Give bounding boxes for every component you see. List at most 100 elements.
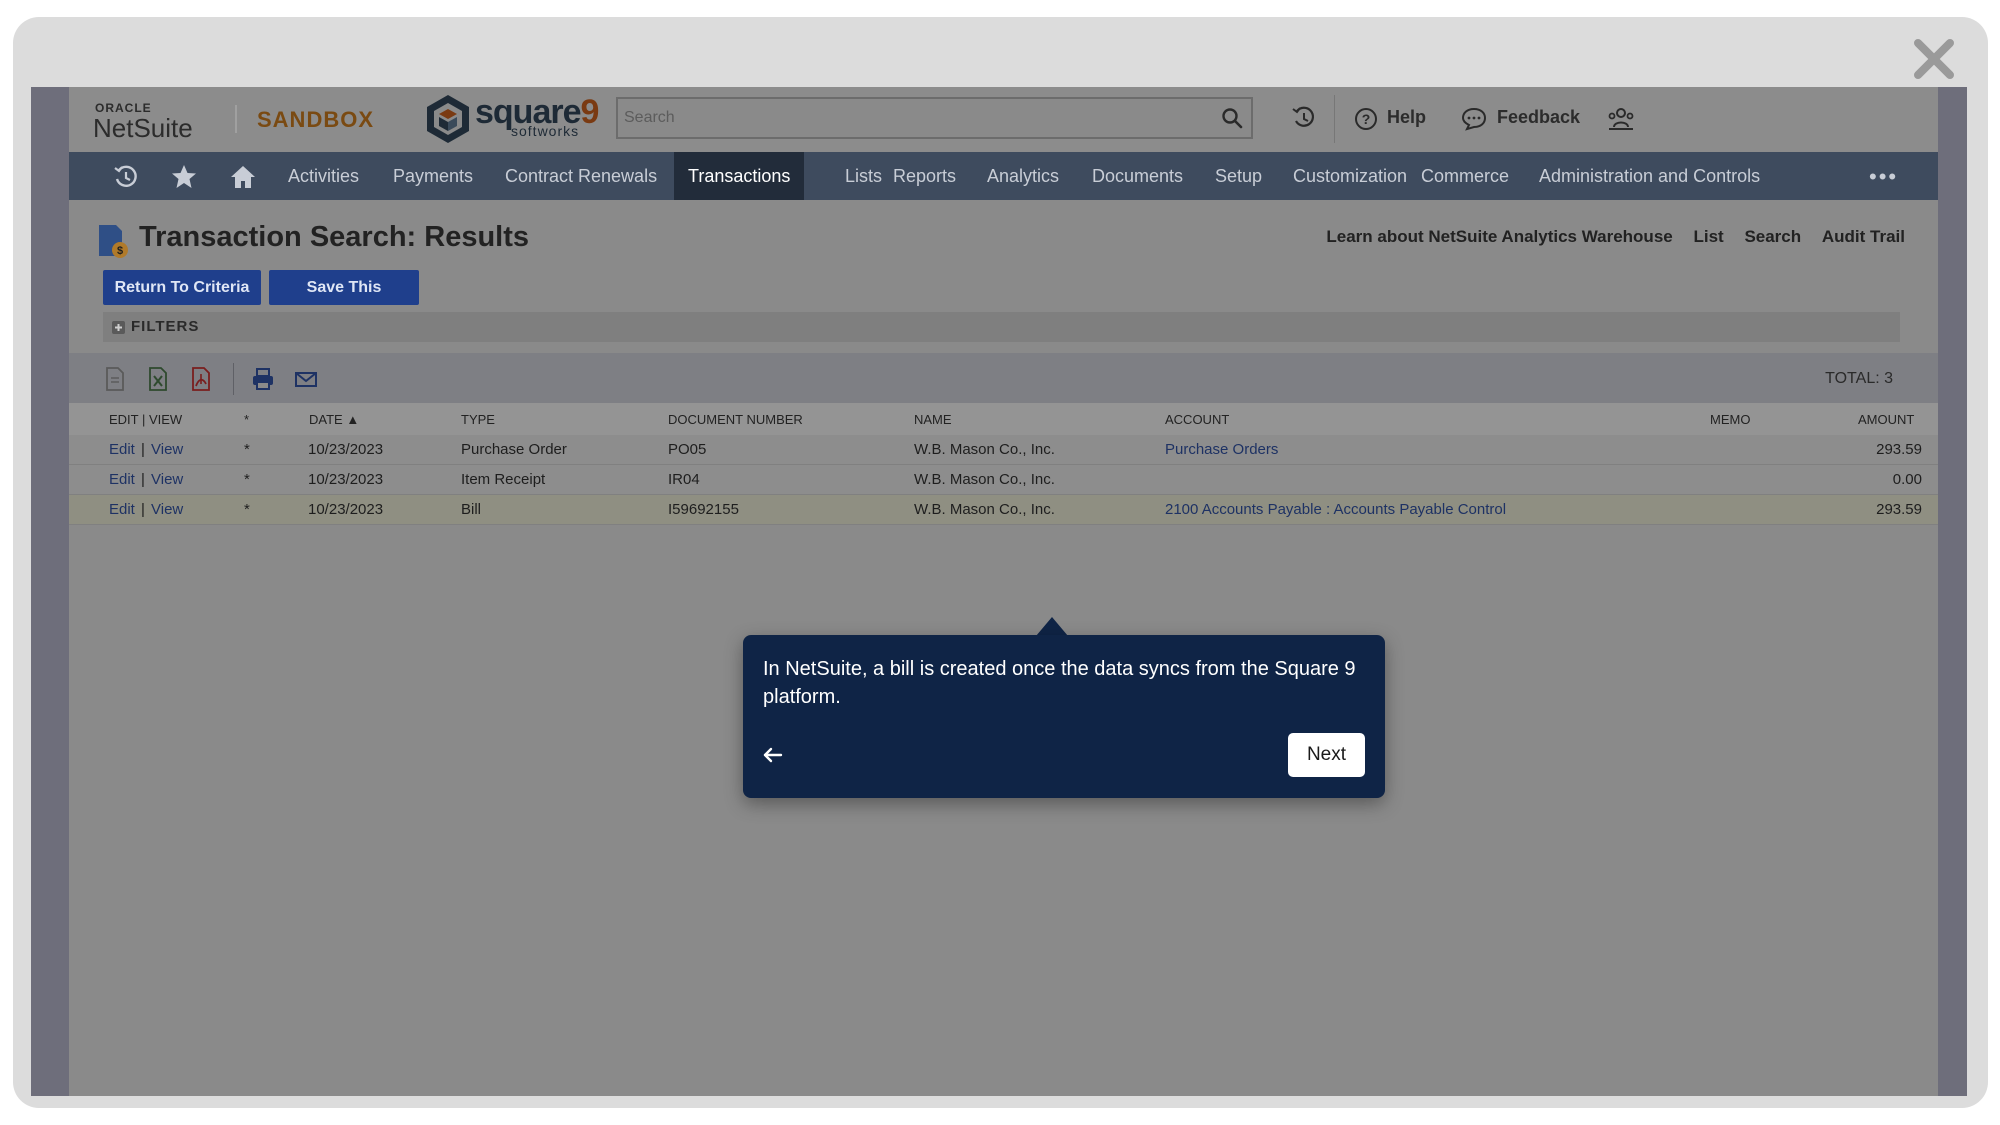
walkthrough-frame: ORACLE NetSuite SANDBOX square9 softwork… [13, 17, 1988, 1108]
nav-administration[interactable]: Administration and Controls [1539, 152, 1760, 200]
view-link[interactable]: View [151, 471, 183, 488]
help-link[interactable]: Help [1387, 107, 1426, 128]
analytics-warehouse-link[interactable]: Learn about NetSuite Analytics Warehouse [1326, 227, 1672, 246]
col-memo[interactable]: MEMO [1710, 412, 1750, 427]
results-total: TOTAL: 3 [1825, 370, 1893, 387]
list-link[interactable]: List [1693, 227, 1723, 246]
nav-documents[interactable]: Documents [1092, 152, 1183, 200]
user-roles-icon[interactable] [1607, 105, 1635, 133]
date-cell: 10/23/2023 [308, 471, 384, 488]
col-account[interactable]: ACCOUNT [1165, 412, 1229, 427]
page-title: Transaction Search: Results [139, 221, 530, 253]
next-button[interactable]: Next [1288, 733, 1365, 777]
toolbar-divider [233, 363, 234, 395]
close-icon[interactable] [1912, 37, 1956, 81]
account-link[interactable]: 2100 Accounts Payable : Accounts Payable… [1165, 501, 1506, 518]
document-number-cell: PO05 [668, 441, 707, 458]
type-cell: Purchase Order [461, 441, 567, 458]
home-icon[interactable] [229, 163, 257, 191]
star-cell: * [244, 501, 250, 518]
email-icon[interactable] [294, 366, 318, 392]
audit-trail-link[interactable]: Audit Trail [1822, 227, 1905, 246]
edit-link[interactable]: Edit [109, 441, 135, 458]
help-icon[interactable]: ? [1354, 107, 1378, 131]
print-icon[interactable] [251, 366, 275, 392]
document-number-cell: I59692155 [668, 501, 739, 518]
feedback-link[interactable]: Feedback [1497, 107, 1580, 128]
netsuite-app: ORACLE NetSuite SANDBOX square9 softwork… [69, 87, 1938, 1096]
col-amount[interactable]: AMOUNT [1858, 412, 1914, 427]
recent-history-icon[interactable] [112, 163, 140, 191]
star-icon[interactable] [170, 163, 198, 191]
star-cell: * [244, 441, 250, 458]
amount-cell: 293.59 [1876, 441, 1922, 458]
filters-label: FILTERS [131, 318, 200, 335]
col-edit-view: EDIT | VIEW [109, 412, 183, 427]
recent-records-icon[interactable] [1291, 105, 1317, 131]
star-cell: * [244, 471, 250, 488]
global-search [616, 97, 1253, 139]
export-csv-icon[interactable] [103, 366, 127, 392]
svg-text:$: $ [117, 245, 123, 257]
nav-contract-renewals[interactable]: Contract Renewals [505, 152, 657, 200]
feedback-icon[interactable] [1461, 107, 1487, 131]
app-header: ORACLE NetSuite SANDBOX square9 softwork… [69, 87, 1938, 152]
edit-link[interactable]: Edit [109, 501, 135, 518]
tooltip-text: In NetSuite, a bill is created once the … [763, 658, 1356, 708]
main-nav: Activities Payments Contract Renewals Tr… [69, 152, 1938, 200]
netsuite-logo-text[interactable]: NetSuite [93, 113, 193, 144]
results-toolbar: TOTAL: 3 [69, 353, 1938, 403]
date-cell: 10/23/2023 [308, 441, 384, 458]
amount-cell: 0.00 [1892, 471, 1922, 488]
square9-logo-subtext: softworks [511, 123, 580, 139]
screenshot-stage: ORACLE NetSuite SANDBOX square9 softwork… [31, 87, 1967, 1096]
date-cell: 10/23/2023 [308, 501, 384, 518]
view-link[interactable]: View [151, 441, 183, 458]
results-table-header: EDIT | VIEW * DATE ▲ TYPE DOCUMENT NUMBE… [69, 403, 1938, 435]
col-name[interactable]: NAME [914, 412, 952, 427]
link-separator: | [141, 501, 145, 518]
export-pdf-icon[interactable] [189, 366, 213, 392]
nav-customization[interactable]: Customization [1293, 152, 1407, 200]
amount-cell: 293.59 [1876, 501, 1922, 518]
edit-link[interactable]: Edit [109, 471, 135, 488]
nav-activities[interactable]: Activities [288, 152, 359, 200]
link-separator: | [141, 441, 145, 458]
account-link[interactable]: Purchase Orders [1165, 441, 1278, 458]
view-link[interactable]: View [151, 501, 183, 518]
table-row: Edit | View * 10/23/2023 Purchase Order … [69, 435, 1938, 465]
document-number-cell: IR04 [668, 471, 700, 488]
table-row: Edit | View * 10/23/2023 Bill I59692155 … [69, 495, 1938, 525]
nav-setup[interactable]: Setup [1215, 152, 1262, 200]
back-arrow-icon[interactable] [761, 743, 785, 767]
name-cell: W.B. Mason Co., Inc. [914, 471, 1055, 488]
nav-lists[interactable]: Lists [845, 152, 882, 200]
environment-badge: SANDBOX [257, 107, 375, 132]
logo-divider [235, 105, 237, 133]
type-cell: Item Receipt [461, 471, 546, 488]
col-type[interactable]: TYPE [461, 412, 495, 427]
link-separator: | [141, 471, 145, 488]
search-input[interactable] [618, 99, 1208, 137]
nav-analytics[interactable]: Analytics [987, 152, 1059, 200]
svg-text:?: ? [1362, 111, 1371, 127]
nav-commerce[interactable]: Commerce [1421, 152, 1509, 200]
nav-payments[interactable]: Payments [393, 152, 473, 200]
filters-bar[interactable]: FILTERS [103, 312, 1900, 342]
nav-reports[interactable]: Reports [893, 152, 956, 200]
expand-plus-icon[interactable] [111, 320, 126, 335]
walkthrough-tooltip: In NetSuite, a bill is created once the … [743, 635, 1385, 798]
nav-transactions[interactable]: Transactions [674, 152, 805, 200]
col-date[interactable]: DATE ▲ [309, 412, 359, 427]
name-cell: W.B. Mason Co., Inc. [914, 441, 1055, 458]
nav-more-menu[interactable]: ••• [1869, 164, 1898, 190]
table-row: Edit | View * 10/23/2023 Item Receipt IR… [69, 465, 1938, 495]
page-top-links: Learn about NetSuite Analytics Warehouse… [1310, 227, 1905, 247]
save-this-search-button[interactable]: Save This Search [269, 270, 419, 331]
return-to-criteria-button[interactable]: Return To Criteria [103, 270, 261, 305]
search-link[interactable]: Search [1744, 227, 1801, 246]
search-icon[interactable] [1221, 107, 1243, 129]
col-document-number[interactable]: DOCUMENT NUMBER [668, 412, 803, 427]
export-excel-icon[interactable] [146, 366, 170, 392]
type-cell: Bill [461, 501, 482, 518]
